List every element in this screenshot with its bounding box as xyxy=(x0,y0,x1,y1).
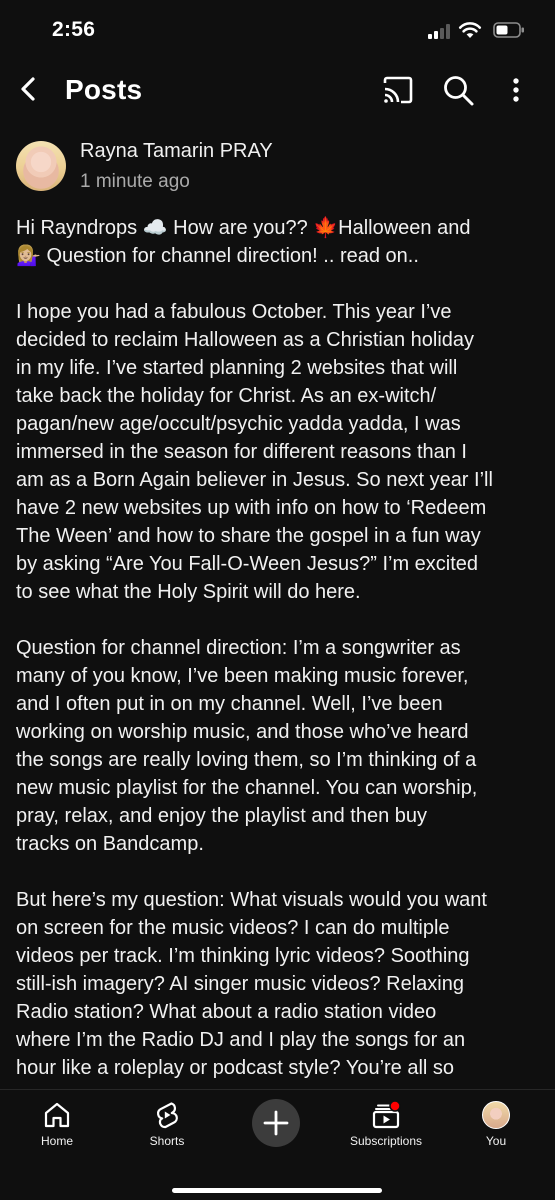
post-text-line: in my life. I’ve started planning 2 webs… xyxy=(16,357,458,379)
post-text-line: I hope you had a fabulous October. This … xyxy=(16,301,452,323)
nav-home[interactable]: Home xyxy=(2,1090,112,1200)
nav-you-label: You xyxy=(485,1134,507,1148)
nav-subscriptions[interactable]: Subscriptions xyxy=(331,1090,441,1200)
search-icon[interactable] xyxy=(440,72,476,108)
plus-icon xyxy=(263,1110,289,1136)
post-author: Rayna Tamarin PRAY 1 minute ago xyxy=(16,138,536,202)
create-button[interactable] xyxy=(252,1099,300,1147)
post-paragraph: Hi Rayndrops ☁️ How are you?? 🍁Halloween… xyxy=(16,214,542,270)
post-text-line: still-ish imagery? AI singer music video… xyxy=(16,973,464,995)
more-vertical-icon[interactable] xyxy=(502,72,530,108)
you-avatar xyxy=(482,1101,510,1129)
post-text-line: take back the holiday for Christ. As an … xyxy=(16,385,437,407)
post-text-line: to see what the Holy Spirit will do here… xyxy=(16,581,361,603)
post-text-line: have 2 new websites up with info on how … xyxy=(16,497,487,519)
nav-subscriptions-label: Subscriptions xyxy=(349,1134,423,1148)
post-text-line: 💁🏼‍♀️ Question for channel direction! ..… xyxy=(16,245,419,267)
post-text-line: and I often put in on my channel. Well, … xyxy=(16,693,443,715)
post-text-line: videos per track. I’m thinking lyric vid… xyxy=(16,945,470,967)
post-text-line: on screen for the music videos? I can do… xyxy=(16,917,450,939)
screen: 2:56 Posts Rayna Tamarin PRAY 1 minute a… xyxy=(0,0,555,1200)
back-arrow-icon[interactable] xyxy=(12,72,46,106)
battery-icon xyxy=(493,22,524,38)
post-text-line: am as a Born Again believer in Jesus. So… xyxy=(16,469,493,491)
post-text-line: The Ween’ and how to share the gospel in… xyxy=(16,525,481,547)
post-text-line: pray, relax, and enjoy the playlist and … xyxy=(16,805,427,827)
post-paragraph: Question for channel direction: I’m a so… xyxy=(16,634,542,858)
status-bar: 2:56 xyxy=(0,0,555,62)
post-text-line: tracks on Bandcamp. xyxy=(16,833,204,855)
bottom-navigation: Home Shorts Subscriptions You xyxy=(0,1089,555,1200)
post-text-line: by asking “Are You Fall-O-Ween Jesus?” I… xyxy=(16,553,479,575)
cellular-signal-icon xyxy=(428,24,452,39)
nav-home-label: Home xyxy=(40,1134,73,1148)
post-paragraph: But here’s my question: What visuals wou… xyxy=(16,886,542,1082)
post-text-line: hour like a roleplay or podcast style? Y… xyxy=(16,1057,455,1079)
nav-shorts[interactable]: Shorts xyxy=(112,1090,222,1200)
post-paragraph: I hope you had a fabulous October. This … xyxy=(16,298,542,606)
post-text-line: Radio station? What about a radio statio… xyxy=(16,1001,437,1023)
post-text-line: Question for channel direction: I’m a so… xyxy=(16,637,461,659)
post-text-line: But here’s my question: What visuals wou… xyxy=(16,889,487,911)
post-text-line: many of you know, I’ve been making music… xyxy=(16,665,469,687)
author-name[interactable]: Rayna Tamarin PRAY xyxy=(80,140,273,163)
post-text-line: Hi Rayndrops ☁️ How are you?? 🍁Halloween… xyxy=(16,217,471,239)
wifi-icon xyxy=(458,22,482,38)
post-text-line: new music playlist for the channel. You … xyxy=(16,777,478,799)
author-avatar[interactable] xyxy=(16,141,66,191)
subscriptions-icon xyxy=(372,1100,401,1129)
nav-you[interactable]: You xyxy=(441,1090,551,1200)
status-time: 2:56 xyxy=(52,18,96,41)
post-text-line: working on worship music, and those who’… xyxy=(16,721,469,743)
post-text-line: decided to reclaim Halloween as a Christ… xyxy=(16,329,475,351)
post-text-line: immersed in the season for different rea… xyxy=(16,441,467,463)
page-title: Posts xyxy=(65,74,143,105)
top-app-bar: Posts xyxy=(0,62,555,118)
post-text-line: where I’m the Radio DJ and I play the so… xyxy=(16,1029,466,1051)
post-text-line: pagan/new age/occult/psychic yadda yadda… xyxy=(16,413,461,435)
home-icon xyxy=(44,1102,70,1128)
post-timestamp: 1 minute ago xyxy=(80,171,190,192)
home-indicator xyxy=(172,1188,382,1193)
post-body: Hi Rayndrops ☁️ How are you?? 🍁Halloween… xyxy=(16,214,542,1089)
cast-icon[interactable] xyxy=(380,72,416,108)
post-text-line: the songs are really loving them, so I’m… xyxy=(16,749,477,771)
nav-shorts-label: Shorts xyxy=(149,1134,185,1148)
shorts-icon xyxy=(157,1102,178,1129)
